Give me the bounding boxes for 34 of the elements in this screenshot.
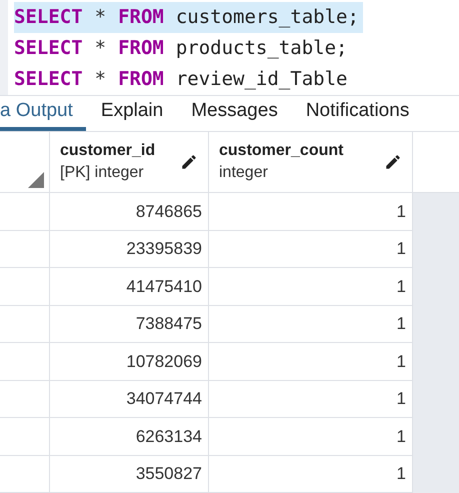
code-editor[interactable]: SELECT * FROM customers_table; SELECT * FROM products_table; SELECT * FROM review_id_Table (0, 0, 459, 96)
table-name: review_id_Table (176, 67, 348, 92)
sql-keyword: FROM (118, 36, 164, 62)
table-cell: 3550827 (50, 456, 209, 492)
table-cell: 23395839 (50, 230, 209, 267)
sql-keyword: SELECT (14, 5, 83, 30)
table-cell: 10782069 (50, 343, 209, 380)
column-name: customer_id (60, 141, 156, 161)
corner-triangle-icon (28, 172, 44, 188)
sql-keyword: FROM (118, 67, 164, 92)
tab[interactable]: Messages (178, 96, 291, 131)
column-type: [PK] integer (60, 163, 145, 183)
sql-operator: * (94, 36, 106, 62)
pencil-icon[interactable] (384, 153, 402, 171)
column-type: integer (219, 163, 269, 183)
table-cell: 7388475 (50, 306, 209, 342)
sql-keyword: SELECT (14, 36, 83, 62)
tab[interactable]: a Output (0, 96, 86, 131)
sql-keyword: FROM (118, 5, 164, 30)
tab[interactable]: Notifications (292, 96, 422, 131)
pencil-icon[interactable] (180, 153, 198, 171)
table-name: customers_table; (176, 5, 359, 30)
table-cell: 6263134 (50, 418, 209, 454)
table-name: products_table; (176, 36, 348, 62)
sql-operator: * (94, 5, 106, 30)
table-cell: 34074744 (50, 380, 209, 417)
column-name: customer_count (219, 141, 344, 161)
sql-operator: * (94, 67, 106, 92)
column-header[interactable]: customer_count integer (209, 132, 413, 192)
table-cell: 8746865 (50, 193, 209, 230)
column-header[interactable]: customer_id [PK] integer (50, 132, 209, 192)
tab[interactable]: Explain (88, 96, 176, 131)
sql-keyword: SELECT (14, 67, 83, 92)
table-cell: 41475410 (50, 268, 209, 304)
